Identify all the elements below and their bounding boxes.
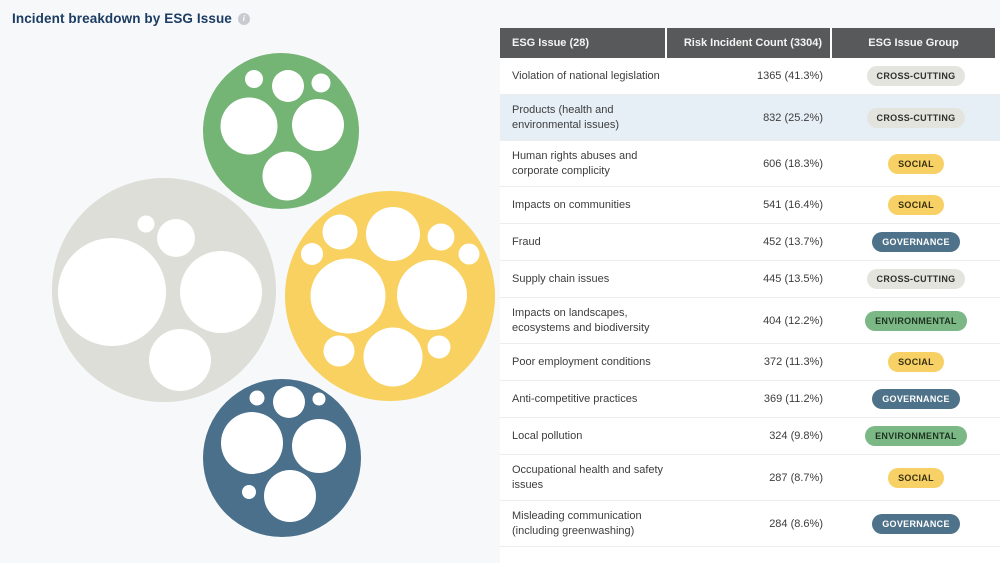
issue-bubble[interactable] [272, 70, 304, 102]
group-badge: CROSS-CUTTING [867, 66, 966, 86]
group-badge: SOCIAL [888, 468, 944, 488]
group-cell: GOVERNANCE [823, 514, 1000, 534]
group-cell: SOCIAL [823, 468, 1000, 488]
bubble-chart [0, 0, 500, 563]
issue-bubble[interactable] [397, 260, 467, 330]
issue-name: Violation of national legislation [500, 69, 665, 84]
issue-name: Fraud [500, 235, 665, 250]
issue-bubble[interactable] [366, 207, 420, 261]
incident-count: 369 (11.2%) [665, 393, 823, 405]
column-header-issue-group[interactable]: ESG Issue Group [832, 28, 995, 58]
group-badge: GOVERNANCE [872, 514, 960, 534]
group-badge: ENVIRONMENTAL [865, 426, 967, 446]
issue-bubble[interactable] [221, 98, 278, 155]
group-cell: CROSS-CUTTING [823, 108, 1000, 128]
issue-bubble[interactable] [292, 419, 346, 473]
issue-bubble[interactable] [313, 393, 326, 406]
issue-bubble[interactable] [311, 259, 386, 334]
issue-name: Occupational health and safetyissues [500, 463, 665, 493]
table-row[interactable]: Products (health andenvironmental issues… [500, 95, 1000, 141]
table-row[interactable]: Local pollution 324 (9.8%) ENVIRONMENTAL [500, 418, 1000, 455]
table-row[interactable]: Poor employment conditions 372 (11.3%) S… [500, 344, 1000, 381]
incident-count: 445 (13.5%) [665, 273, 823, 285]
table-row[interactable]: Supply chain issues 445 (13.5%) CROSS-CU… [500, 261, 1000, 298]
issue-name: Local pollution [500, 429, 665, 444]
incident-count: 372 (11.3%) [665, 356, 823, 368]
group-badge: SOCIAL [888, 154, 944, 174]
group-cell: ENVIRONMENTAL [823, 311, 1000, 331]
issue-bubble[interactable] [292, 99, 344, 151]
issue-bubble[interactable] [263, 152, 312, 201]
incident-count: 287 (8.7%) [665, 472, 823, 484]
issue-bubble[interactable] [428, 224, 455, 251]
group-cell: CROSS-CUTTING [823, 66, 1000, 86]
table-header-row: ESG Issue (28) Risk Incident Count (3304… [500, 28, 1000, 58]
issue-name: Anti-competitive practices [500, 392, 665, 407]
issue-bubble[interactable] [264, 470, 316, 522]
issue-name: Supply chain issues [500, 272, 665, 287]
issue-name: Products (health andenvironmental issues… [500, 103, 665, 133]
page-title: Incident breakdown by ESG Issue [12, 11, 232, 26]
incident-count: 324 (9.8%) [665, 430, 823, 442]
issue-bubble[interactable] [459, 244, 480, 265]
issue-bubble[interactable] [221, 412, 283, 474]
incident-count: 606 (18.3%) [665, 158, 823, 170]
table-row[interactable]: Fraud 452 (13.7%) GOVERNANCE [500, 224, 1000, 261]
issue-bubble[interactable] [250, 391, 265, 406]
group-badge: ENVIRONMENTAL [865, 311, 967, 331]
issue-bubble[interactable] [157, 219, 195, 257]
panel-header: Incident breakdown by ESG Issue i [12, 11, 250, 26]
group-cell: GOVERNANCE [823, 232, 1000, 252]
group-cell: CROSS-CUTTING [823, 269, 1000, 289]
group-badge: CROSS-CUTTING [867, 108, 966, 128]
issue-bubble[interactable] [180, 251, 262, 333]
issue-bubble[interactable] [149, 329, 211, 391]
group-cell: GOVERNANCE [823, 389, 1000, 409]
incident-count: 541 (16.4%) [665, 199, 823, 211]
column-header-incident-count[interactable]: Risk Incident Count (3304) [667, 28, 830, 58]
group-badge: SOCIAL [888, 352, 944, 372]
issue-name: Misleading communication(including green… [500, 509, 665, 539]
table-row[interactable]: Human rights abuses andcorporate complic… [500, 141, 1000, 187]
issue-bubble[interactable] [138, 216, 155, 233]
issue-name: Impacts on landscapes,ecosystems and bio… [500, 306, 665, 336]
group-cell: ENVIRONMENTAL [823, 426, 1000, 446]
issue-bubble[interactable] [301, 243, 323, 265]
group-cell: SOCIAL [823, 154, 1000, 174]
issue-bubble[interactable] [324, 336, 355, 367]
incident-count: 404 (12.2%) [665, 315, 823, 327]
issue-bubble[interactable] [323, 215, 358, 250]
issue-name: Human rights abuses andcorporate complic… [500, 149, 665, 179]
group-badge: CROSS-CUTTING [867, 269, 966, 289]
issue-bubble[interactable] [242, 485, 256, 499]
group-badge: GOVERNANCE [872, 389, 960, 409]
esg-issue-table: ESG Issue (28) Risk Incident Count (3304… [500, 28, 1000, 563]
info-icon[interactable]: i [238, 13, 250, 25]
issue-bubble[interactable] [245, 70, 263, 88]
issue-bubble[interactable] [273, 386, 305, 418]
incident-count: 452 (13.7%) [665, 236, 823, 248]
incident-count: 1365 (41.3%) [665, 70, 823, 82]
table-row[interactable]: Violation of national legislation 1365 (… [500, 58, 1000, 95]
incident-count: 832 (25.2%) [665, 112, 823, 124]
issue-name: Poor employment conditions [500, 355, 665, 370]
table-row[interactable]: Impacts on communities 541 (16.4%) SOCIA… [500, 187, 1000, 224]
issue-bubble[interactable] [428, 336, 451, 359]
issue-bubble[interactable] [58, 238, 166, 346]
table-row[interactable]: Anti-competitive practices 369 (11.2%) G… [500, 381, 1000, 418]
table-row[interactable]: Misleading communication(including green… [500, 501, 1000, 547]
issue-bubble[interactable] [364, 328, 423, 387]
group-badge: SOCIAL [888, 195, 944, 215]
issue-name: Impacts on communities [500, 198, 665, 213]
group-cell: SOCIAL [823, 352, 1000, 372]
table-row[interactable]: Impacts on landscapes,ecosystems and bio… [500, 298, 1000, 344]
group-cell: SOCIAL [823, 195, 1000, 215]
group-badge: GOVERNANCE [872, 232, 960, 252]
table-row[interactable]: Occupational health and safetyissues 287… [500, 455, 1000, 501]
incident-count: 284 (8.6%) [665, 518, 823, 530]
issue-bubble[interactable] [312, 74, 331, 93]
column-header-esg-issue[interactable]: ESG Issue (28) [500, 28, 665, 58]
